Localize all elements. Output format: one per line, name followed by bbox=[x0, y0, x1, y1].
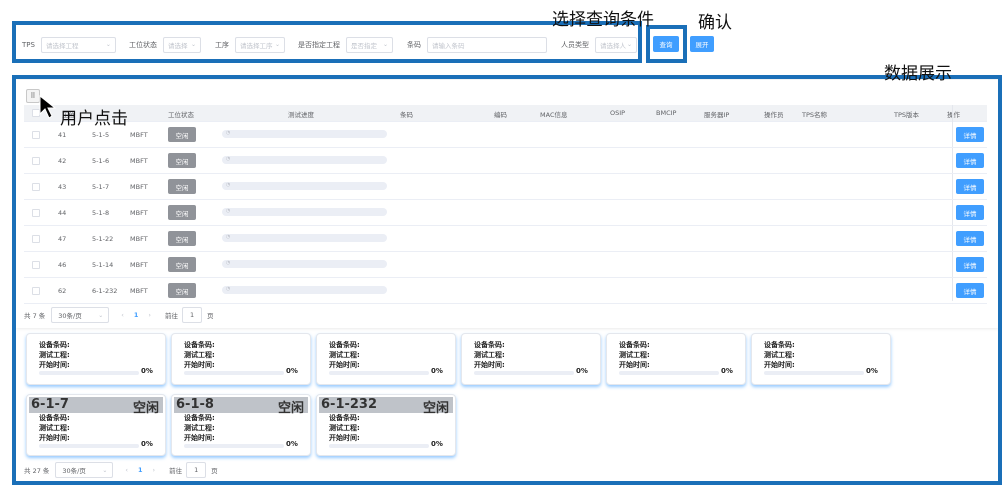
annotation-user-click: 用户点击 bbox=[60, 109, 128, 129]
data-display-highlight bbox=[12, 75, 1002, 485]
query-conditions-highlight bbox=[12, 21, 642, 63]
confirm-highlight bbox=[646, 25, 687, 63]
annotation-confirm: 确认 bbox=[698, 13, 732, 33]
mouse-cursor-icon bbox=[39, 94, 57, 119]
annotation-data-display: 数据展示 bbox=[884, 64, 952, 84]
expand-button[interactable]: 展开 bbox=[690, 36, 714, 52]
annotation-select-conditions: 选择查询条件 bbox=[552, 10, 654, 30]
